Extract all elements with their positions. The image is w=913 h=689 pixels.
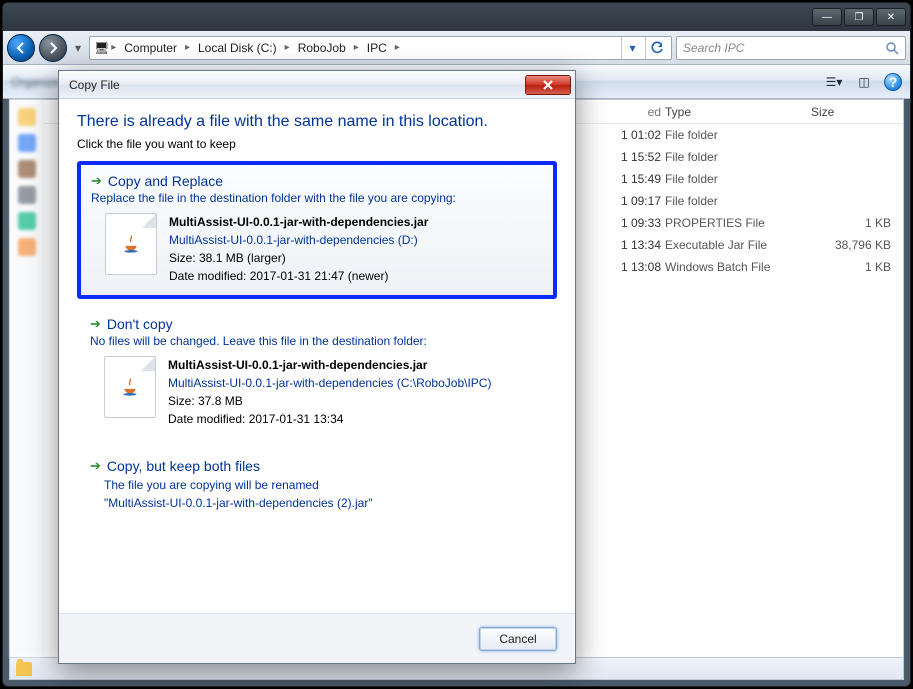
help-button[interactable]: ? <box>884 73 902 91</box>
forward-button[interactable] <box>39 34 67 62</box>
arrow-right-icon: ➔ <box>90 458 101 474</box>
option-title: Copy and Replace <box>108 173 223 189</box>
cell-date: 1 13:08 <box>601 260 665 274</box>
cell-date: 1 09:33 <box>601 216 665 230</box>
chevron-right-icon: ▸ <box>395 42 400 53</box>
window-maximize-button[interactable]: ❐ <box>844 8 874 26</box>
preview-pane-button[interactable]: ◫ <box>854 72 874 92</box>
nav-history-dropdown[interactable]: ▾ <box>71 36 85 60</box>
libraries-icon <box>18 160 36 178</box>
column-size[interactable]: Size <box>811 105 903 119</box>
file-size: Size: 38.1 MB (larger) <box>169 249 428 267</box>
cancel-button[interactable]: Cancel <box>479 627 557 651</box>
cell-type: PROPERTIES File <box>665 216 811 230</box>
folder-icon <box>16 662 32 676</box>
network-icon <box>18 212 36 230</box>
option-description: No files will be changed. Leave this fil… <box>90 334 544 348</box>
option-copy-and-replace[interactable]: ➔ Copy and Replace Replace the file in t… <box>77 161 557 299</box>
window-titlebar[interactable]: — ❐ ✕ <box>3 3 910 31</box>
maximize-icon: ❐ <box>855 12 864 23</box>
chevron-right-icon: ▸ <box>354 42 359 53</box>
column-type[interactable]: Type <box>665 105 811 119</box>
address-breadcrumb[interactable]: 🖥 ▸ Computer ▸ Local Disk (C:) ▸ RoboJob… <box>89 36 672 60</box>
file-name: MultiAssist-UI-0.0.1-jar-with-dependenci… <box>169 213 428 231</box>
chevron-right-icon: ▸ <box>185 42 190 53</box>
cell-date: 1 13:34 <box>601 238 665 252</box>
window-minimize-button[interactable]: — <box>812 8 842 26</box>
file-metadata: MultiAssist-UI-0.0.1-jar-with-dependenci… <box>169 213 428 285</box>
breadcrumb-item[interactable]: Local Disk (C:) <box>192 41 283 55</box>
close-icon <box>542 79 554 91</box>
dialog-footer: Cancel <box>59 613 575 663</box>
window-close-button[interactable]: ✕ <box>876 8 906 26</box>
breadcrumb-item[interactable]: Computer <box>118 41 183 55</box>
option-text-line: The file you are copying will be renamed <box>90 476 544 494</box>
refresh-icon <box>650 41 664 55</box>
desktop-icon <box>18 134 36 152</box>
option-title: Copy, but keep both files <box>107 458 260 474</box>
dialog-body: There is already a file with the same na… <box>59 99 575 613</box>
file-location: MultiAssist-UI-0.0.1-jar-with-dependenci… <box>169 231 428 249</box>
back-button[interactable] <box>7 34 35 62</box>
cell-date: 1 15:49 <box>601 172 665 186</box>
cell-size: 1 KB <box>811 260 903 274</box>
computer-icon <box>18 186 36 204</box>
refresh-button[interactable] <box>645 37 667 59</box>
breadcrumb-item[interactable]: IPC <box>361 41 393 55</box>
computer-icon: 🖥 <box>94 41 109 55</box>
file-metadata: MultiAssist-UI-0.0.1-jar-with-dependenci… <box>168 356 491 428</box>
dialog-heading: There is already a file with the same na… <box>77 113 557 131</box>
option-dont-copy[interactable]: ➔ Don't copy No files will be changed. L… <box>77 305 557 441</box>
dialog-title: Copy File <box>69 78 120 92</box>
java-icon <box>119 376 141 398</box>
view-options-button[interactable]: ☰▾ <box>824 72 844 92</box>
favorites-icon <box>18 108 36 126</box>
java-icon <box>120 233 142 255</box>
chevron-right-icon: ▸ <box>285 42 290 53</box>
cell-type: Windows Batch File <box>665 260 811 274</box>
cell-size: 1 KB <box>811 216 903 230</box>
option-description: Replace the file in the destination fold… <box>91 191 543 205</box>
search-placeholder: Search IPC <box>683 41 744 55</box>
drive-icon <box>18 238 36 256</box>
cell-type: File folder <box>665 150 811 164</box>
search-input[interactable]: Search IPC <box>676 36 906 60</box>
cell-type: File folder <box>665 194 811 208</box>
copy-file-dialog: Copy File There is already a file with t… <box>58 70 576 664</box>
cell-type: Executable Jar File <box>665 238 811 252</box>
arrow-right-icon: ➔ <box>90 316 101 332</box>
arrow-right-icon: ➔ <box>91 173 102 189</box>
chevron-right-icon: ▸ <box>111 42 116 53</box>
file-modified: Date modified: 2017-01-31 13:34 <box>168 410 491 428</box>
minimize-icon: — <box>822 12 832 23</box>
cell-date: 1 09:17 <box>601 194 665 208</box>
cell-date: 1 01:02 <box>601 128 665 142</box>
dialog-close-button[interactable] <box>525 75 571 95</box>
arrow-left-icon <box>14 41 28 55</box>
option-text-line: "MultiAssist-UI-0.0.1-jar-with-dependenc… <box>90 494 544 512</box>
column-date-suffix: ed <box>601 105 665 119</box>
close-icon: ✕ <box>887 12 895 23</box>
file-name: MultiAssist-UI-0.0.1-jar-with-dependenci… <box>168 356 491 374</box>
file-location: MultiAssist-UI-0.0.1-jar-with-dependenci… <box>168 374 491 392</box>
arrow-right-icon <box>46 41 60 55</box>
file-thumbnail <box>105 213 157 275</box>
option-title: Don't copy <box>107 316 173 332</box>
file-size: Size: 37.8 MB <box>168 392 491 410</box>
navigation-sidebar[interactable] <box>10 100 44 657</box>
dialog-titlebar[interactable]: Copy File <box>59 71 575 99</box>
address-dropdown[interactable]: ▾ <box>621 37 643 59</box>
cell-date: 1 15:52 <box>601 150 665 164</box>
cell-type: File folder <box>665 172 811 186</box>
search-icon <box>885 41 899 55</box>
navigation-bar: ▾ 🖥 ▸ Computer ▸ Local Disk (C:) ▸ RoboJ… <box>3 31 910 65</box>
file-modified: Date modified: 2017-01-31 21:47 (newer) <box>169 267 428 285</box>
dialog-subheading: Click the file you want to keep <box>77 137 557 151</box>
cell-type: File folder <box>665 128 811 142</box>
cell-size: 38,796 KB <box>811 238 903 252</box>
file-thumbnail <box>104 356 156 418</box>
option-keep-both[interactable]: ➔ Copy, but keep both files The file you… <box>77 447 557 525</box>
breadcrumb-item[interactable]: RoboJob <box>292 41 352 55</box>
